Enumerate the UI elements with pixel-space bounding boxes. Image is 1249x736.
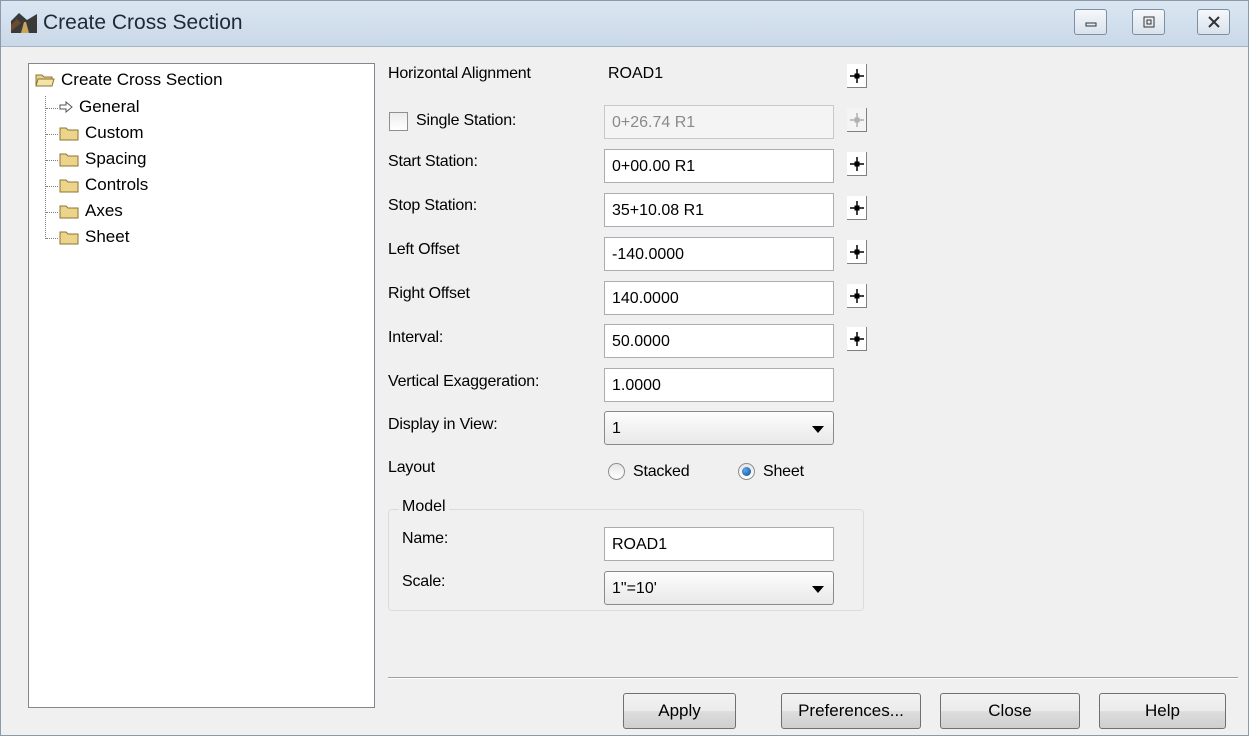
preferences-button[interactable]: Preferences... <box>781 693 921 729</box>
tree-item-sheet[interactable]: Sheet <box>59 225 129 249</box>
layout-sheet-radio[interactable] <box>738 463 755 480</box>
folder-icon <box>59 179 79 192</box>
right-offset-pick-button[interactable] <box>847 284 867 308</box>
tree-connector <box>46 238 58 239</box>
tree-connector <box>46 186 58 187</box>
maximize-button[interactable] <box>1132 9 1165 35</box>
tree-item-label: Custom <box>85 123 144 142</box>
model-scale-label: Scale: <box>402 573 446 590</box>
single-station-field[interactable]: 0+26.74 R1 <box>604 105 834 139</box>
dropdown-arrow-icon <box>812 586 824 593</box>
tree-root-label: Create Cross Section <box>61 70 223 89</box>
close-icon <box>1207 16 1220 28</box>
layout-sheet-label: Sheet <box>763 463 804 480</box>
tree-item-label: Axes <box>85 201 123 220</box>
interval-pick-button[interactable] <box>847 327 867 351</box>
right-offset-field[interactable]: 140.0000 <box>604 281 834 315</box>
display-in-view-value: 1 <box>612 420 621 437</box>
tree-item-label: General <box>79 97 140 116</box>
model-name-label: Name: <box>402 530 449 547</box>
tree-connector <box>46 160 58 161</box>
target-pick-icon <box>850 113 864 127</box>
horizontal-alignment-label: Horizontal Alignment <box>388 65 531 82</box>
target-pick-icon <box>850 332 864 346</box>
tree-item-controls[interactable]: Controls <box>59 173 148 197</box>
single-station-pick-button[interactable] <box>847 108 867 132</box>
horizontal-alignment-value: ROAD1 <box>608 65 664 82</box>
tree-item-label: Spacing <box>85 149 147 168</box>
left-offset-label: Left Offset <box>388 241 460 258</box>
start-station-label: Start Station: <box>388 153 478 170</box>
target-pick-icon <box>850 201 864 215</box>
folder-icon <box>59 205 79 218</box>
tree-item-general[interactable]: General <box>59 95 139 119</box>
stop-station-pick-button[interactable] <box>847 196 867 220</box>
button-separator <box>388 677 1238 679</box>
start-station-pick-button[interactable] <box>847 152 867 176</box>
model-name-field[interactable]: ROAD1 <box>604 527 834 561</box>
close-window-button[interactable] <box>1197 9 1230 35</box>
navigation-tree[interactable]: Create Cross Section General Custom Spac… <box>28 63 375 708</box>
right-offset-label: Right Offset <box>388 285 470 302</box>
tree-connector <box>45 96 46 239</box>
tree-item-label: Controls <box>85 175 149 194</box>
left-offset-pick-button[interactable] <box>847 240 867 264</box>
minimize-icon <box>1085 22 1096 27</box>
stop-station-label: Stop Station: <box>388 197 478 214</box>
dialog-window: Create Cross Section Create Cross Sectio… <box>0 0 1249 736</box>
single-station-checkbox[interactable] <box>389 112 408 131</box>
tree-item-label: Sheet <box>85 227 130 246</box>
start-station-field[interactable]: 0+00.00 R1 <box>604 149 834 183</box>
open-folder-icon <box>35 74 55 86</box>
minimize-button[interactable] <box>1074 9 1107 35</box>
tree-item-spacing[interactable]: Spacing <box>59 147 146 171</box>
vertical-exaggeration-label: Vertical Exaggeration: <box>388 373 540 390</box>
layout-label: Layout <box>388 459 435 476</box>
tree-item-axes[interactable]: Axes <box>59 199 123 223</box>
road-icon <box>11 11 37 33</box>
interval-label: Interval: <box>388 329 444 346</box>
window-title: Create Cross Section <box>43 11 243 34</box>
arrow-right-icon <box>59 101 73 113</box>
layout-stacked-radio[interactable] <box>608 463 625 480</box>
display-in-view-select[interactable]: 1 <box>604 411 834 445</box>
vertical-exaggeration-field[interactable]: 1.0000 <box>604 368 834 402</box>
target-pick-icon <box>850 157 864 171</box>
folder-icon <box>59 231 79 244</box>
folder-icon <box>59 153 79 166</box>
single-station-label: Single Station: <box>416 112 517 129</box>
tree-root[interactable]: Create Cross Section <box>35 68 223 92</box>
tree-item-custom[interactable]: Custom <box>59 121 144 145</box>
tree-connector <box>46 108 58 109</box>
title-bar[interactable]: Create Cross Section <box>1 1 1248 47</box>
close-button[interactable]: Close <box>940 693 1080 729</box>
target-pick-icon <box>850 69 864 83</box>
interval-field[interactable]: 50.0000 <box>604 324 834 358</box>
apply-button[interactable]: Apply <box>623 693 736 729</box>
help-button[interactable]: Help <box>1099 693 1226 729</box>
model-scale-value: 1"=10' <box>612 580 657 597</box>
folder-icon <box>59 127 79 140</box>
target-pick-icon <box>850 289 864 303</box>
tree-connector <box>46 134 58 135</box>
layout-stacked-label: Stacked <box>633 463 690 480</box>
alignment-pick-button[interactable] <box>847 64 867 88</box>
tree-connector <box>46 212 58 213</box>
model-group-legend: Model <box>399 498 449 516</box>
maximize-icon <box>1143 16 1154 28</box>
stop-station-field[interactable]: 35+10.08 R1 <box>604 193 834 227</box>
target-pick-icon <box>850 245 864 259</box>
model-scale-select[interactable]: 1"=10' <box>604 571 834 605</box>
left-offset-field[interactable]: -140.0000 <box>604 237 834 271</box>
dropdown-arrow-icon <box>812 426 824 433</box>
display-in-view-label: Display in View: <box>388 416 498 433</box>
